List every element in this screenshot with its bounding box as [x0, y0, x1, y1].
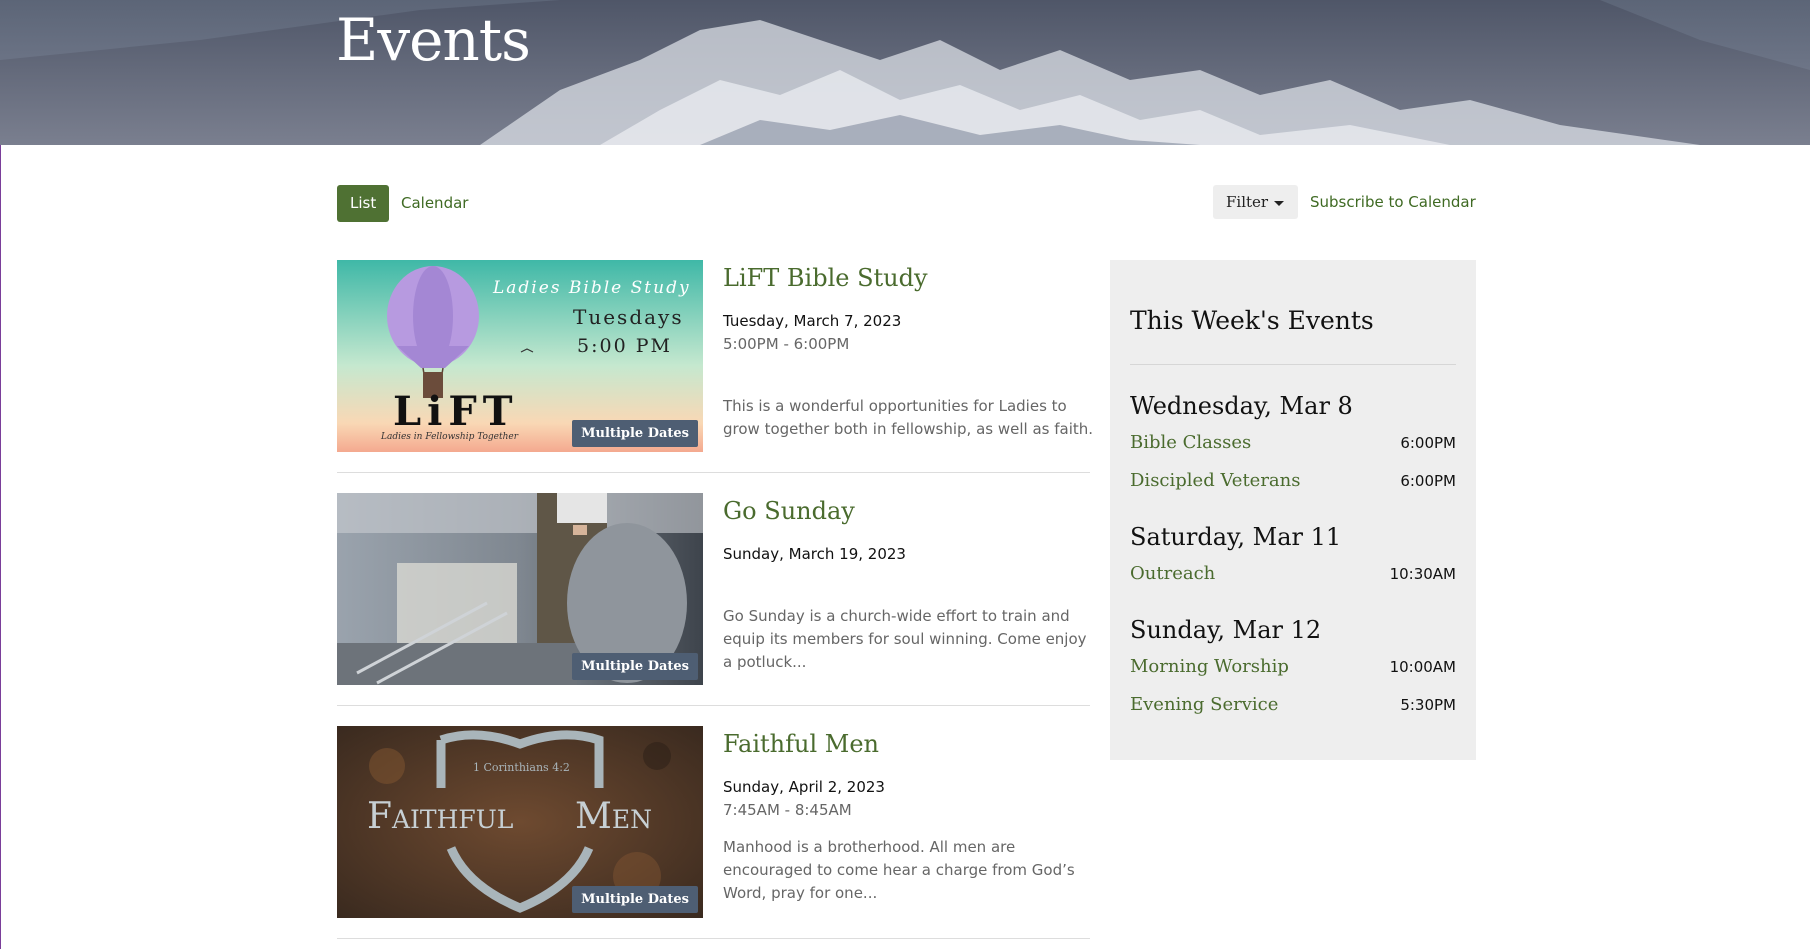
day-heading: Saturday, Mar 11 [1130, 523, 1342, 551]
subscribe-calendar-link[interactable]: Subscribe to Calendar [1310, 193, 1476, 211]
sidebar-event-time: 5:30PM [1400, 696, 1456, 714]
event-item: 1 Corinthians 4:2 Faithful Men Multiple … [337, 726, 1090, 939]
left-edge-line [0, 145, 1, 949]
sidebar-event-time: 6:00PM [1400, 472, 1456, 490]
sidebar-event-time: 10:00AM [1389, 658, 1456, 676]
image-text-line1: Ladies Bible Study [493, 278, 691, 298]
sidebar-event-link[interactable]: Bible Classes [1130, 432, 1251, 453]
event-item: Ladies Bible Study Tuesdays 5:00 PM LiFT… [337, 260, 1094, 473]
divider [337, 472, 1090, 473]
event-title[interactable]: LiFT Bible Study [723, 264, 928, 292]
multiple-dates-badge: Multiple Dates [572, 653, 698, 680]
event-thumbnail[interactable]: Multiple Dates [337, 493, 703, 685]
image-tagline: Ladies in Fellowship Together [381, 432, 519, 442]
sidebar-event-link[interactable]: Morning Worship [1130, 656, 1289, 677]
image-verse: 1 Corinthians 4:2 [473, 761, 570, 774]
multiple-dates-badge: Multiple Dates [572, 420, 698, 447]
event-description: Manhood is a brotherhood. All men are en… [723, 838, 1075, 902]
sidebar-event-link[interactable]: Evening Service [1130, 694, 1278, 715]
mountain-image [0, 0, 1810, 145]
day-heading: Sunday, Mar 12 [1130, 616, 1322, 644]
page-title: Events [336, 6, 531, 74]
day-heading: Wednesday, Mar 8 [1130, 392, 1353, 420]
divider [337, 938, 1090, 939]
event-date: Sunday, March 19, 2023 [723, 545, 906, 563]
filter-dropdown[interactable]: Filter [1213, 185, 1299, 219]
calendar-view-button[interactable]: Calendar [388, 185, 481, 222]
event-description: Go Sunday is a church-wide effort to tra… [723, 607, 1087, 671]
event-thumbnail[interactable]: Ladies Bible Study Tuesdays 5:00 PM LiFT… [337, 260, 703, 452]
event-title[interactable]: Go Sunday [723, 497, 855, 525]
event-description: This is a wonderful opportunities for La… [723, 397, 1094, 438]
this-week-sidebar: This Week's Events Wednesday, Mar 8 Bibl… [1110, 260, 1476, 760]
divider [337, 705, 1090, 706]
event-date: Tuesday, March 7, 2023 [723, 312, 902, 330]
event-title[interactable]: Faithful Men [723, 730, 879, 758]
sidebar-title: This Week's Events [1130, 306, 1374, 335]
hero-banner: Events [0, 0, 1810, 145]
event-thumbnail[interactable]: 1 Corinthians 4:2 Faithful Men Multiple … [337, 726, 703, 918]
event-date: Sunday, April 2, 2023 [723, 778, 885, 796]
list-view-button[interactable]: List [337, 185, 390, 222]
sidebar-event-link[interactable]: Outreach [1130, 563, 1215, 584]
sidebar-event-time: 10:30AM [1389, 565, 1456, 583]
filter-label: Filter [1226, 193, 1269, 211]
sidebar-divider [1130, 364, 1456, 365]
sidebar-event-link[interactable]: Discipled Veterans [1130, 470, 1301, 491]
image-text-line2: Tuesdays [573, 305, 684, 329]
event-time: 7:45AM - 8:45AM [723, 801, 852, 819]
event-item: Multiple Dates Go Sunday Sunday, March 1… [337, 493, 1090, 706]
multiple-dates-badge: Multiple Dates [572, 886, 698, 913]
caret-down-icon [1274, 200, 1285, 206]
image-logo: LiFT [393, 388, 519, 435]
event-time: 5:00PM - 6:00PM [723, 335, 850, 353]
sidebar-event-time: 6:00PM [1400, 434, 1456, 452]
image-word-men: Men [575, 796, 652, 837]
image-word-faithful: Faithful [367, 796, 514, 837]
image-text-line3: 5:00 PM [577, 335, 672, 357]
